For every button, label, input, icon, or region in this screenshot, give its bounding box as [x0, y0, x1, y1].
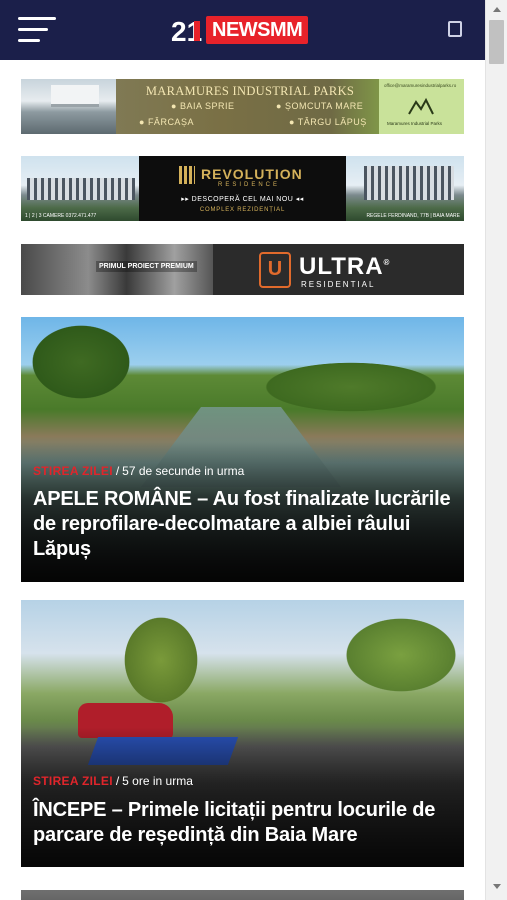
banner-brand-sub: RESIDENTIAL [301, 280, 376, 289]
page-viewport: 21 NEWSMM MARAMURES INDUSTRIAL PARKS ● B… [0, 0, 485, 900]
banner-footer-left: 1 | 2 | 3 CAMERE 0372.471.477 [25, 213, 97, 219]
ad-banner-ultra-residential[interactable]: PRIMUL PROIECT PREMIUM U ULTRA® RESIDENT… [21, 244, 464, 295]
banner-building-photo-left [21, 156, 139, 221]
ad-banner-revolution-residence[interactable]: REVOLUTION RESIDENCE ▸▸ DESCOPERĂ CEL MA… [21, 156, 464, 221]
logo-wordmark: NEWSMM [206, 16, 309, 44]
article-time: 5 ore in urma [122, 774, 193, 788]
banner-side-caption: Maramures Industrial Parks [387, 121, 443, 126]
article-card[interactable]: STIREA ZILEI/5 ore in urma ÎNCEPE – Prim… [21, 600, 464, 867]
banner-location: ● TÂRGU LĂPUȘ [289, 117, 367, 127]
ultra-logo-icon: U [259, 252, 291, 288]
banner-side-url: office@maramuresindustrialparks.ro [384, 83, 457, 88]
building-logo-icon [179, 166, 195, 184]
mountain-logo-icon [408, 97, 434, 115]
logo-mark: 21 [170, 14, 206, 47]
banner-building-photo-right [346, 156, 464, 221]
article-card[interactable]: STIREA ZILEI/57 de secunde in urma APELE… [21, 317, 464, 582]
ad-banner-industrial-parks[interactable]: MARAMURES INDUSTRIAL PARKS ● BAIA SPRIE … [21, 79, 464, 134]
article-time: 57 de secunde in urma [122, 464, 245, 478]
banner-location: ● FÂRCAȘA [139, 117, 194, 127]
scrollbar-thumb[interactable] [489, 20, 504, 64]
vertical-scrollbar[interactable] [485, 0, 507, 900]
article-category[interactable]: STIREA ZILEI [33, 464, 113, 478]
hamburger-menu-icon[interactable] [18, 17, 56, 43]
banner-side-panel: office@maramuresindustrialparks.ro Maram… [379, 79, 464, 134]
banner-brand: REVOLUTION [201, 166, 303, 182]
search-icon[interactable] [448, 21, 462, 37]
banner-tagline-2: COMPLEX REZIDENȚIAL [199, 207, 286, 213]
site-logo[interactable]: 21 NEWSMM [170, 14, 309, 47]
article-category[interactable]: STIREA ZILEI [33, 774, 113, 788]
banner-brand-sub: RESIDENCE [218, 182, 281, 188]
banner-footer-right: REGELE FERDINAND, 77B | BAIA MARE [366, 213, 460, 219]
article-headline[interactable]: APELE ROMÂNE – Au fost finalizate lucrăr… [33, 487, 456, 562]
article-meta: STIREA ZILEI/5 ore in urma [33, 774, 193, 788]
banner-location: ● ȘOMCUTA MARE [276, 101, 364, 111]
site-header: 21 NEWSMM [0, 0, 485, 60]
article-meta: STIREA ZILEI/57 de secunde in urma [33, 464, 245, 478]
banner-photo [21, 79, 116, 134]
banner-location: ● BAIA SPRIE [171, 101, 235, 111]
banner-title: MARAMURES INDUSTRIAL PARKS [145, 84, 355, 98]
banner-photo-caption: PRIMUL PROIECT PREMIUM [96, 261, 197, 272]
banner-brand: ULTRA® [299, 253, 391, 280]
scroll-down-arrow-icon[interactable] [493, 884, 501, 889]
scroll-up-arrow-icon[interactable] [493, 7, 501, 12]
banner-interior-photo: PRIMUL PROIECT PREMIUM [21, 244, 213, 295]
article-headline[interactable]: ÎNCEPE – Primele licitații pentru locuri… [33, 798, 456, 848]
banner-tagline: ▸▸ DESCOPERĂ CEL MAI NOU ◂◂ [181, 196, 304, 203]
article-card-partial[interactable] [21, 890, 464, 900]
